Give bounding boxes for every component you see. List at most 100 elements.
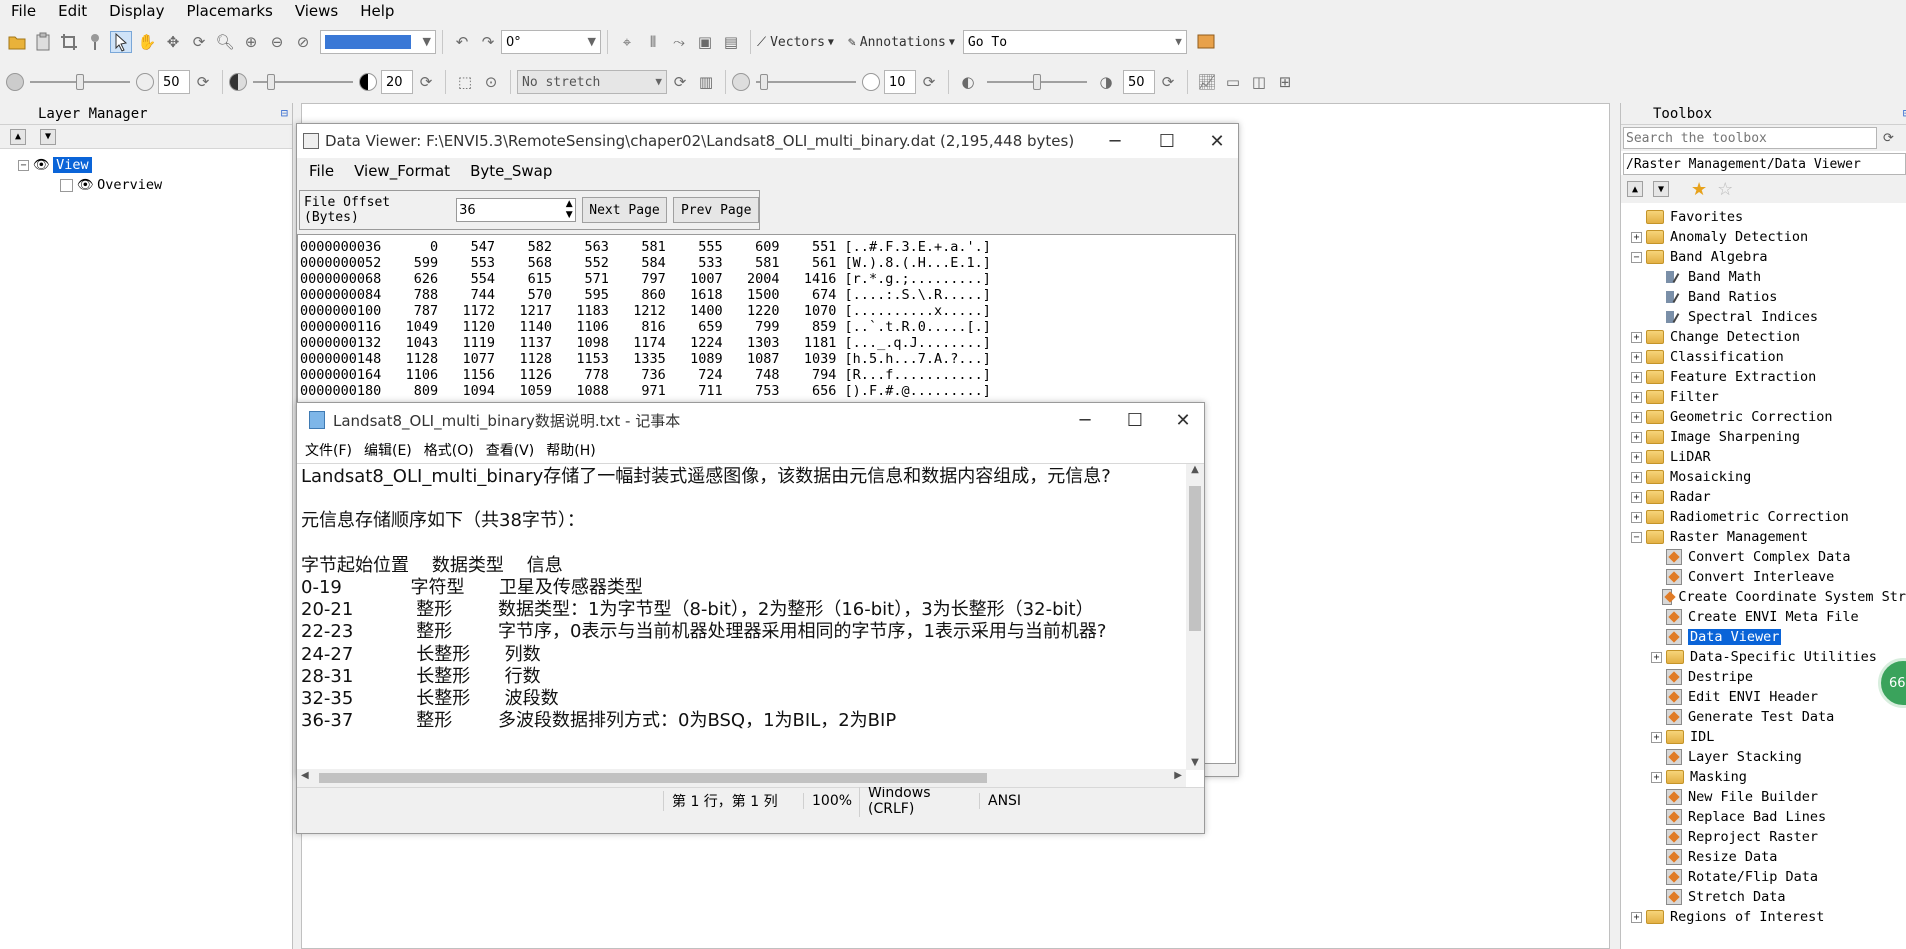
histogram-chart-icon[interactable]: 📈︎: [1196, 71, 1218, 93]
toolbox-item[interactable]: Resize Data: [1621, 847, 1906, 867]
menu-file[interactable]: File: [0, 2, 47, 20]
pin-panel-icon[interactable]: ⊟: [281, 106, 288, 120]
rotate-icon[interactable]: ⟳: [188, 31, 210, 53]
rotate-right-icon[interactable]: ↷: [477, 31, 499, 53]
transparency-slider[interactable]: [987, 70, 1087, 94]
toolbox-item[interactable]: − Band Algebra: [1621, 247, 1906, 267]
expander-icon[interactable]: +: [1631, 391, 1642, 403]
toolbox-item[interactable]: + Radiometric Correction: [1621, 507, 1906, 527]
brightness-reset-icon[interactable]: ⟳: [192, 71, 214, 93]
menu-views[interactable]: Views: [284, 2, 349, 20]
minimize-button[interactable]: ─: [1092, 124, 1138, 158]
horizontal-scrollbar[interactable]: ◀ ▶: [297, 769, 1186, 787]
toolbox-item[interactable]: Layer Stacking: [1621, 747, 1906, 767]
notepad-editor[interactable]: Landsat8_OLI_multi_binary存储了一幅封装式遥感图像，该数…: [297, 463, 1204, 787]
toolbox-refresh-icon[interactable]: ⟳: [1883, 131, 1894, 146]
toolbox-item[interactable]: Create ENVI Meta File: [1621, 607, 1906, 627]
pin-icon[interactable]: [84, 31, 106, 53]
expander-icon[interactable]: +: [1651, 771, 1662, 783]
scroll-up-icon[interactable]: ▲: [1186, 464, 1204, 475]
toolbox-item[interactable]: + Mosaicking: [1621, 467, 1906, 487]
spinner-arrows-icon[interactable]: ▲ ▼: [566, 199, 573, 221]
toolbox-item[interactable]: Replace Bad Lines: [1621, 807, 1906, 827]
toolbox-item[interactable]: − Raster Management: [1621, 527, 1906, 547]
toolbox-item[interactable]: Stretch Data: [1621, 887, 1906, 907]
close-button[interactable]: ✕: [1194, 124, 1240, 158]
portal-icon[interactable]: ▣: [694, 31, 716, 53]
expander-icon[interactable]: +: [1631, 331, 1642, 343]
expander-icon[interactable]: +: [1631, 911, 1642, 923]
sharpen-slider[interactable]: [756, 70, 856, 94]
rotation-select[interactable]: 0° ▼: [501, 30, 601, 54]
chip-icon[interactable]: ▤: [720, 31, 742, 53]
expander-icon[interactable]: +: [1651, 731, 1662, 743]
expander-icon[interactable]: +: [1631, 411, 1642, 423]
favorite-remove-icon[interactable]: ☆: [1717, 179, 1733, 200]
toolbox-item[interactable]: + Masking: [1621, 767, 1906, 787]
expander-icon[interactable]: +: [1631, 371, 1642, 383]
notepad-maximize-button[interactable]: ☐: [1112, 403, 1158, 437]
fly-icon[interactable]: ✥: [162, 31, 184, 53]
open-file-icon[interactable]: [6, 31, 28, 53]
cursor-value-icon[interactable]: ⦀: [642, 31, 664, 53]
toolbox-item[interactable]: + Classification: [1621, 347, 1906, 367]
expander-icon[interactable]: −: [1631, 531, 1642, 543]
vertical-scrollbar[interactable]: ▲ ▼: [1186, 464, 1204, 770]
collapse-icon[interactable]: −: [18, 159, 29, 171]
toolbox-collapse-icon[interactable]: ▲: [1627, 181, 1643, 197]
notepad-menu-item[interactable]: 格式(O): [424, 440, 474, 460]
zoom-select[interactable]: ▼: [320, 30, 436, 54]
toolbox-item[interactable]: Band Math: [1621, 267, 1906, 287]
target-icon[interactable]: ⊙: [480, 71, 502, 93]
maximize-button[interactable]: ☐: [1144, 124, 1190, 158]
dv-menu-view-format[interactable]: View_Format: [344, 162, 460, 180]
toolbox-item[interactable]: Band Ratios: [1621, 287, 1906, 307]
crop-icon[interactable]: [58, 31, 80, 53]
toolbox-item[interactable]: + Radar: [1621, 487, 1906, 507]
zoom-out-icon[interactable]: ⊖: [266, 31, 288, 53]
expander-icon[interactable]: +: [1631, 511, 1642, 523]
transparency-reset-icon[interactable]: ⟳: [1157, 71, 1179, 93]
scroll-left-icon[interactable]: ◀: [301, 770, 309, 781]
select-pointer-icon[interactable]: [110, 31, 132, 53]
zoom-icon[interactable]: 🔍︎: [214, 31, 236, 53]
toolbox-item[interactable]: Destripe: [1621, 667, 1906, 687]
transparency-value[interactable]: 50: [1123, 70, 1155, 94]
data-manager-icon[interactable]: [32, 31, 54, 53]
spectral-profile-icon[interactable]: ⤳: [668, 31, 690, 53]
toolbox-item[interactable]: + Feature Extraction: [1621, 367, 1906, 387]
toolbox-item[interactable]: Create Coordinate System Str: [1621, 587, 1906, 607]
expander-icon[interactable]: +: [1631, 351, 1642, 363]
crosshair-icon[interactable]: ⌖: [616, 31, 638, 53]
toolbox-item[interactable]: New File Builder: [1621, 787, 1906, 807]
toolbox-item[interactable]: + Change Detection: [1621, 327, 1906, 347]
overview-checkbox[interactable]: [60, 178, 73, 192]
toolbox-item[interactable]: Generate Test Data: [1621, 707, 1906, 727]
stretch-reset-icon[interactable]: ⟳: [669, 71, 691, 93]
layout-single-icon[interactable]: ▭: [1222, 71, 1244, 93]
notepad-minimize-button[interactable]: ─: [1062, 403, 1108, 437]
notepad-menu-item[interactable]: 编辑(E): [364, 440, 412, 460]
scroll-down-icon[interactable]: ▼: [1186, 757, 1204, 768]
toolbox-item[interactable]: + Image Sharpening: [1621, 427, 1906, 447]
notepad-menu-item[interactable]: 文件(F): [305, 440, 352, 460]
zoom-extent-icon[interactable]: ⬚: [454, 71, 476, 93]
toolbox-item[interactable]: Rotate/Flip Data: [1621, 867, 1906, 887]
toolbox-item[interactable]: + LiDAR: [1621, 447, 1906, 467]
contrast-reset-icon[interactable]: ⟳: [415, 71, 437, 93]
toolbox-item[interactable]: Reproject Raster: [1621, 827, 1906, 847]
rotate-left-icon[interactable]: ↶: [451, 31, 473, 53]
sharpen-reset-icon[interactable]: ⟳: [918, 71, 940, 93]
toolbox-item[interactable]: + IDL: [1621, 727, 1906, 747]
zoom-in-icon[interactable]: ⊕: [240, 31, 262, 53]
toolbox-item[interactable]: Data Viewer: [1621, 627, 1906, 647]
layout-quad-icon[interactable]: ⊞: [1274, 71, 1296, 93]
toolbox-item[interactable]: + Data-Specific Utilities: [1621, 647, 1906, 667]
expander-icon[interactable]: +: [1631, 431, 1642, 443]
toolbox-item[interactable]: + Geometric Correction: [1621, 407, 1906, 427]
toolbox-item[interactable]: Edit ENVI Header: [1621, 687, 1906, 707]
expander-icon[interactable]: +: [1631, 451, 1642, 463]
notepad-close-button[interactable]: ✕: [1160, 403, 1206, 437]
expander-icon[interactable]: −: [1631, 251, 1642, 263]
brightness-value[interactable]: 50: [158, 70, 190, 94]
